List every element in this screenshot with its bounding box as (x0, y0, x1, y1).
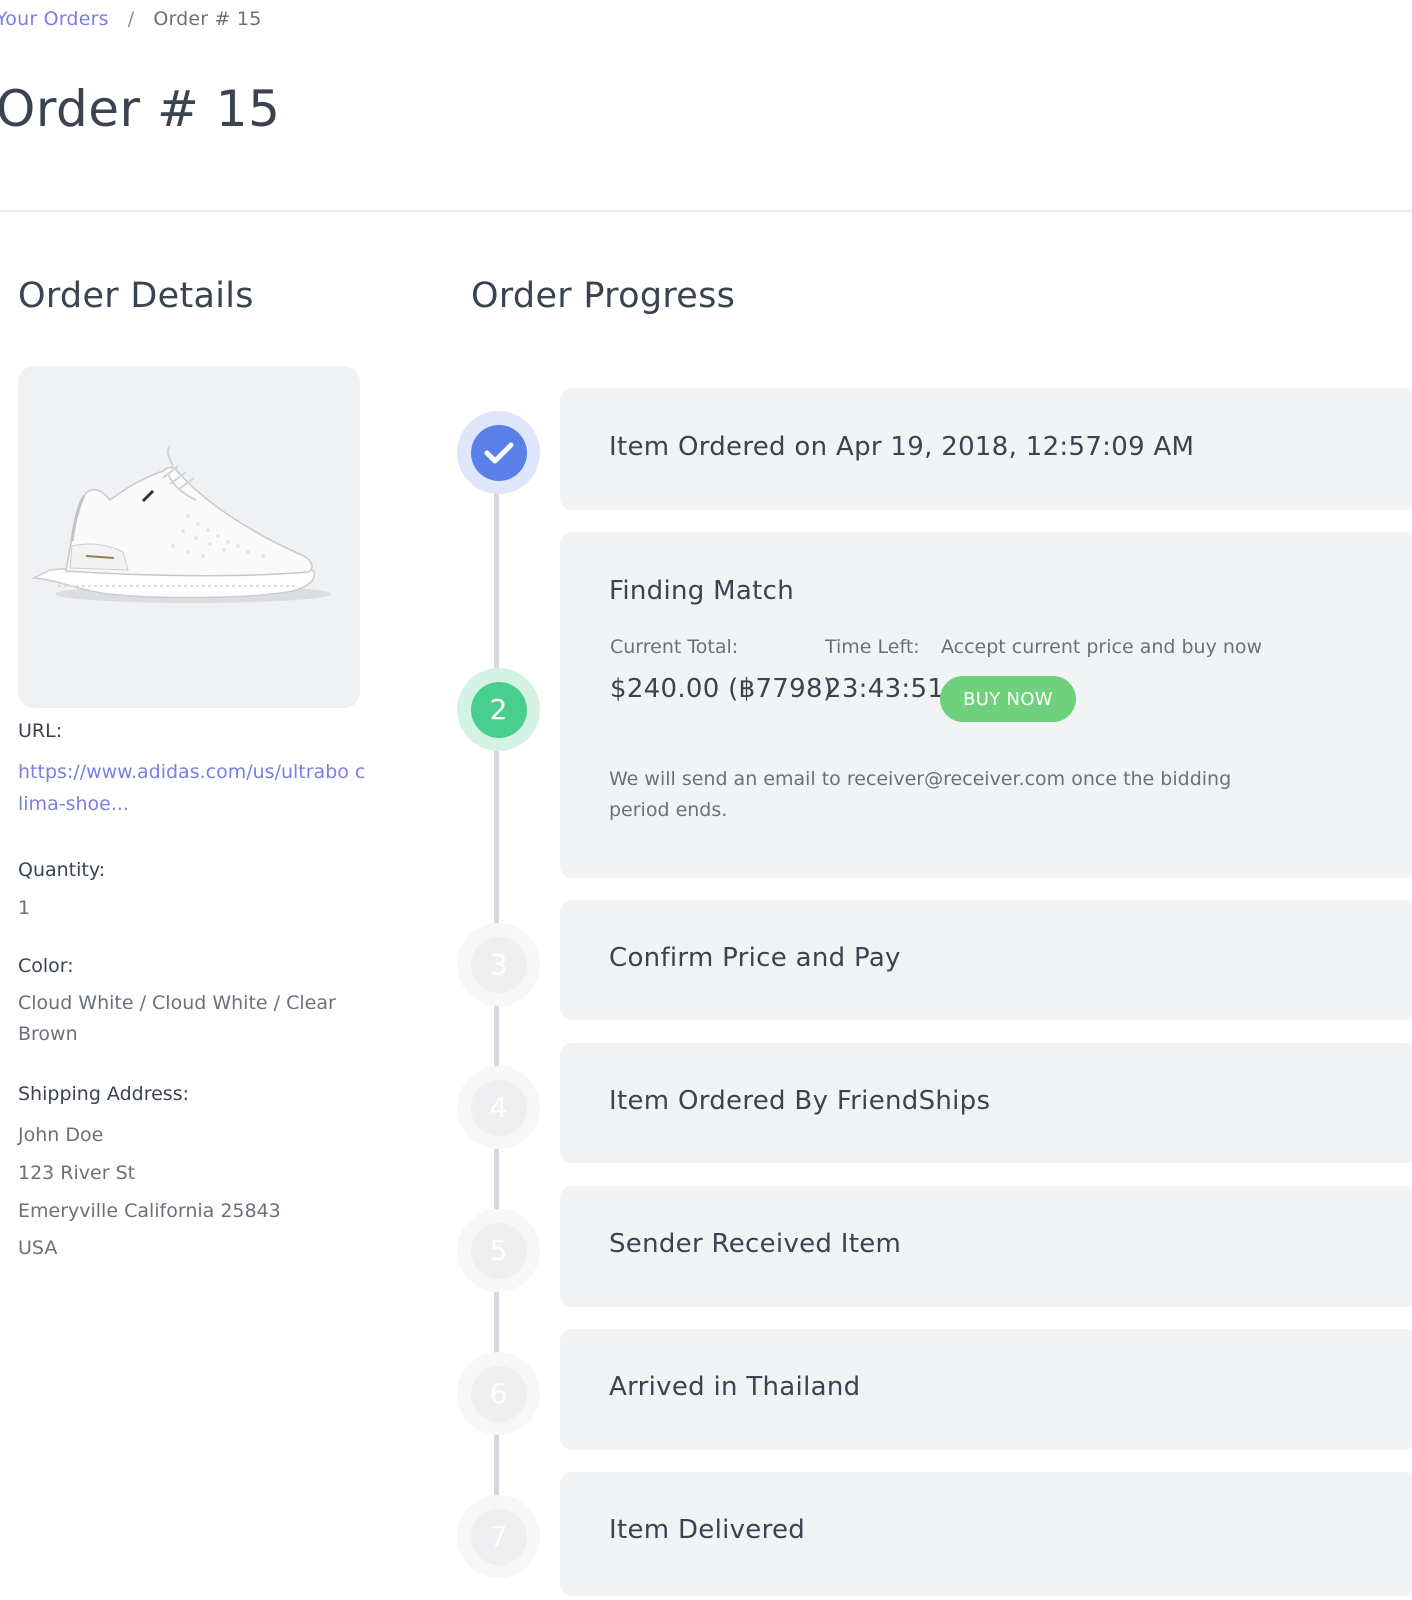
step-card-confirm-price: Confirm Price and Pay (560, 900, 1412, 1020)
url-label: URL: (18, 720, 63, 742)
breadcrumb-your-orders-link[interactable]: Your Orders (0, 8, 109, 30)
order-details-title: Order Details (18, 276, 254, 316)
current-total-value: $240.00 (฿7798) (610, 674, 834, 704)
color-label: Color: (18, 955, 74, 977)
step-card-arrived-thailand: Arrived in Thailand (560, 1329, 1412, 1450)
accept-price-label: Accept current price and buy now (941, 636, 1263, 658)
product-image (18, 366, 360, 708)
step-2-number: 2 (470, 681, 527, 738)
step-card-finding-match: Finding Match Current Total: Time Left: … (560, 532, 1412, 878)
step-3-title: Confirm Price and Pay (609, 943, 901, 973)
step-5-title: Sender Received Item (609, 1229, 902, 1259)
step-7-number: 7 (470, 1508, 527, 1565)
order-progress-title: Order Progress (471, 276, 736, 316)
step-2-title: Finding Match (609, 576, 794, 606)
step-4-number: 4 (470, 1079, 527, 1136)
address-name: John Doe (18, 1124, 104, 1146)
step-1-title: Item Ordered on Apr 19, 2018, 12:57:09 A… (609, 432, 1195, 462)
page-title: Order # 15 (0, 80, 281, 138)
step-1-indicator (457, 411, 540, 494)
step-6-number: 6 (470, 1365, 527, 1422)
breadcrumb-current: Order # 15 (153, 8, 262, 30)
address-country: USA (18, 1237, 58, 1259)
step-5-indicator: 5 (457, 1209, 540, 1292)
step-card-item-ordered: Item Ordered on Apr 19, 2018, 12:57:09 A… (560, 388, 1412, 510)
step-card-sender-received: Sender Received Item (560, 1186, 1412, 1307)
header-divider (0, 210, 1412, 212)
breadcrumb: Your Orders / Order # 15 (0, 8, 261, 30)
quantity-value: 1 (18, 897, 31, 919)
step-6-title: Arrived in Thailand (609, 1372, 861, 1402)
address-city: Emeryville California 25843 (18, 1200, 281, 1222)
step-7-indicator: 7 (457, 1495, 540, 1578)
order-page: Your Orders / Order # 15 Order # 15 Order … (0, 0, 1412, 1600)
step-4-indicator: 4 (457, 1066, 540, 1149)
step-card-item-delivered: Item Delivered (560, 1472, 1412, 1596)
step-card-ordered-by-friendships: Item Ordered By FriendShips (560, 1043, 1412, 1163)
shipping-address-label: Shipping Address: (18, 1083, 189, 1105)
email-notice: We will send an email to receiver@receiv… (609, 768, 1232, 821)
current-total-label: Current Total: (610, 636, 739, 658)
time-left-label: Time Left: (825, 636, 920, 658)
checkmark-icon (470, 424, 527, 481)
step-5-number: 5 (470, 1222, 527, 1279)
breadcrumb-separator: / (127, 8, 135, 30)
step-3-indicator: 3 (457, 923, 540, 1006)
step-7-title: Item Delivered (609, 1515, 806, 1545)
color-value: Cloud White / Cloud White / Clear Brown (18, 992, 336, 1045)
sneaker-image (31, 445, 331, 603)
step-3-number: 3 (470, 936, 527, 993)
address-street: 123 River St (18, 1162, 136, 1184)
product-url-link[interactable]: https://www.adidas.com/us/ultrabo clima-… (18, 756, 368, 820)
time-left-value: 23:43:51 (825, 674, 945, 704)
quantity-label: Quantity: (18, 859, 106, 881)
buy-now-button[interactable]: BUY NOW (940, 676, 1076, 722)
step-6-indicator: 6 (457, 1352, 540, 1435)
step-2-indicator: 2 (457, 668, 540, 751)
step-4-title: Item Ordered By FriendShips (609, 1086, 991, 1116)
